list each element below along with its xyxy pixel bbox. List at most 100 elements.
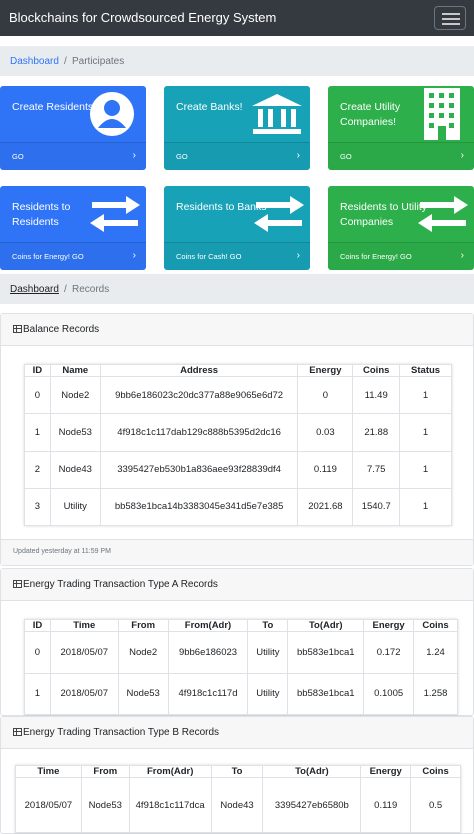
table-cell: 11.49 [352, 375, 401, 415]
table-cell: 0 [24, 375, 51, 415]
create-banks-card[interactable]: Create Banks! GO › [164, 86, 310, 170]
table-cell: 1.24 [413, 631, 458, 674]
column-header: From(Adr) [128, 765, 212, 778]
table-cell: 3 [24, 487, 51, 527]
column-header: Coins [410, 765, 461, 778]
column-header: Status [399, 364, 452, 377]
table-cell: 4f918c1c117dca [128, 777, 212, 833]
card-footer-link[interactable]: GO › [328, 142, 474, 170]
table-icon [13, 728, 22, 736]
card-footer-label: GO [12, 152, 24, 161]
column-header: Address [99, 364, 299, 377]
column-header: Energy [363, 619, 415, 632]
column-header: Coins [413, 619, 458, 632]
table-cell: bb583e1bca14b3383045e341d5e7e385 [99, 487, 299, 527]
residents-to-banks-card[interactable]: Residents to Banks Coins for Cash! GO › [164, 186, 310, 270]
residents-to-residents-card[interactable]: Residents to Residents Coins for Energy!… [0, 186, 146, 270]
card-footer-label: Coins for Energy! GO [12, 252, 84, 261]
table-header-row: ID Name Address Energy Coins Status [24, 364, 452, 377]
breadcrumb-current: Participates [72, 56, 125, 67]
table-cell: 1 [399, 413, 452, 452]
table-cell: Node43 [210, 777, 264, 833]
table-cell: 0.119 [360, 777, 412, 833]
type-b-records-panel: Energy Trading Transaction Type B Record… [0, 716, 474, 834]
card-title: Residents to Residents [12, 201, 71, 228]
table-cell: 1540.7 [352, 487, 401, 527]
chevron-right-icon: › [460, 250, 464, 261]
create-utility-companies-card[interactable]: Create Utility Companies! GO › [328, 86, 474, 170]
table-cell: 1 [24, 672, 51, 715]
menu-toggle-button[interactable] [434, 6, 466, 30]
card-footer-label: GO [176, 152, 188, 161]
panel-title: Energy Trading Transaction Type A Record… [23, 579, 218, 590]
table-cell: bb583e1bca1 [287, 672, 365, 715]
table-cell: 7.75 [352, 450, 401, 489]
residents-to-utility-companies-card[interactable]: Residents to Utility Companies Coins for… [328, 186, 474, 270]
column-header: Time [49, 619, 119, 632]
table-row: 3 Utility bb583e1bca14b3383045e341d5e7e385… [24, 487, 452, 527]
breadcrumb-dashboard-link[interactable]: Dashboard [10, 284, 59, 295]
table-cell: 1 [399, 487, 452, 527]
app-brand[interactable]: Blockchains for Crowdsourced Energy Syst… [9, 10, 276, 25]
table-cell: Node53 [80, 777, 130, 833]
table-cell: 4f918c1c117d [167, 672, 249, 715]
card-footer-label: GO [340, 152, 352, 161]
column-header: From [80, 765, 130, 778]
table-icon [13, 325, 22, 333]
table-header-row: ID Time From From(Adr) To To(Adr) Energy Coins [24, 619, 458, 632]
card-footer-link[interactable]: GO › [164, 142, 310, 170]
card-footer-link[interactable]: Coins for Energy! GO › [0, 242, 146, 270]
table-cell: 0.172 [363, 631, 415, 674]
card-footer-link[interactable]: Coins for Energy! GO › [328, 242, 474, 270]
table-cell: 0.119 [297, 450, 354, 489]
balance-table: ID Name Address Energy Coins Status 0 Node2 9bb… [24, 364, 452, 527]
table-cell: 9bb6e186023 [167, 631, 249, 674]
breadcrumb-dashboard-link[interactable]: Dashboard [10, 56, 59, 67]
chevron-right-icon: › [132, 150, 136, 161]
panel-footer: Updated yesterday at 11:59 PM [1, 539, 473, 565]
column-header: From [117, 619, 169, 632]
breadcrumb-separator: / [64, 284, 67, 295]
column-header: Time [15, 765, 82, 778]
card-footer-label: Coins for Cash! GO [176, 252, 242, 261]
breadcrumb-separator: / [64, 56, 67, 67]
table-cell: 9bb6e186023c20dc377a88e9065e6d72 [99, 375, 299, 415]
type-b-table: Time From From(Adr) To To(Adr) Energy Coins 20… [15, 765, 461, 833]
breadcrumb: Dashboard / Participates [0, 46, 474, 76]
table-cell: 21.88 [352, 413, 401, 452]
column-header: ID [24, 619, 51, 632]
table-cell: Node53 [49, 413, 101, 452]
table-cell: 1.258 [413, 672, 458, 715]
updated-timestamp: Updated yesterday at 11:59 PM [13, 548, 111, 555]
table-cell: 0 [24, 631, 51, 674]
table-cell: 1 [399, 450, 452, 489]
panel-header: Energy Trading Transaction Type B Record… [1, 717, 473, 749]
table-icon [13, 580, 22, 588]
chevron-right-icon: › [132, 250, 136, 261]
create-residents-card[interactable]: Create Residents GO › [0, 86, 146, 170]
table-row: 1 Node53 4f918c1c117dab129c888b5395d2dc16 0… [24, 413, 452, 452]
chevron-right-icon: › [460, 150, 464, 161]
card-footer-link[interactable]: Coins for Cash! GO › [164, 242, 310, 270]
table-cell: 1 [24, 413, 51, 452]
table-cell: 2018/05/07 [15, 777, 82, 833]
column-header: ID [24, 364, 51, 377]
navbar: Blockchains for Crowdsourced Energy Syst… [0, 0, 474, 36]
table-cell: Node53 [117, 672, 169, 715]
chevron-right-icon: › [296, 250, 300, 261]
exchange-icon [90, 196, 140, 232]
card-title: Create Residents [12, 101, 94, 113]
table-row: 1 2018/05/07 Node53 4f918c1c117d Utility bb58… [24, 672, 458, 715]
table-cell: 0.5 [410, 777, 461, 833]
table-cell: Node2 [49, 375, 101, 415]
building-icon [424, 88, 460, 140]
records-breadcrumb: Dashboard / Records [0, 274, 474, 304]
bank-icon [252, 94, 302, 134]
table-cell: Utility [49, 487, 101, 527]
column-header: Name [49, 364, 101, 377]
table-row: 2 Node43 3395427eb530b1a836aee93f28839df4 0… [24, 450, 452, 489]
table-row: 0 2018/05/07 Node2 9bb6e186023 Utility bb583e… [24, 631, 458, 674]
card-footer-link[interactable]: GO › [0, 142, 146, 170]
table-cell: 2018/05/07 [49, 631, 119, 674]
table-header-row: Time From From(Adr) To To(Adr) Energy Coins [15, 765, 461, 778]
